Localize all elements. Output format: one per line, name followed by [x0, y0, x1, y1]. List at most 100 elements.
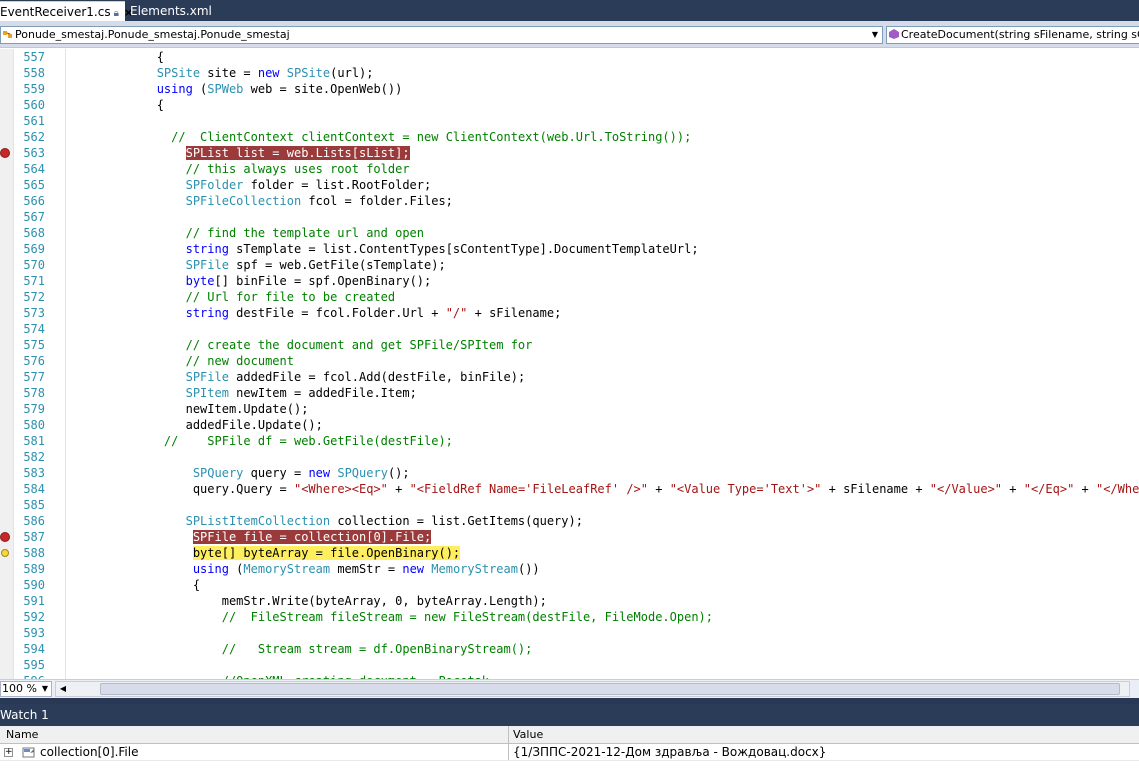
code-line[interactable]: 581 // SPFile df = web.GetFile(destFile)…	[0, 433, 1139, 449]
line-number: 583	[23, 466, 45, 480]
line-number: 589	[23, 562, 45, 576]
code-line[interactable]: 574	[0, 321, 1139, 337]
code-line[interactable]: 567	[0, 209, 1139, 225]
code-line[interactable]: 594 // Stream stream = df.OpenBinaryStre…	[0, 641, 1139, 657]
tab-elements-xml[interactable]: Elements.xml	[125, 1, 212, 21]
code-line[interactable]: 569 string sTemplate = list.ContentTypes…	[0, 241, 1139, 257]
code-token: // find the template url and open	[185, 226, 425, 240]
code-line[interactable]: 585	[0, 497, 1139, 513]
tab-eventreceiver1-cs[interactable]: EventReceiver1.cs 🔒︎ ×	[0, 1, 133, 21]
watch-item-name[interactable]: collection[0].File	[40, 744, 138, 761]
code-line[interactable]: 565 SPFolder folder = list.RootFolder;	[0, 177, 1139, 193]
code-line[interactable]: 559 using (SPWeb web = site.OpenWeb())	[0, 81, 1139, 97]
code-line[interactable]: 571 byte[] binFile = spf.OpenBinary();	[0, 273, 1139, 289]
code-line[interactable]: 566 SPFileCollection fcol = folder.Files…	[0, 193, 1139, 209]
breakpoint-icon[interactable]	[0, 148, 10, 158]
code-line[interactable]: 587 SPFile file = collection[0].File;	[0, 529, 1139, 545]
line-number: 582	[23, 450, 45, 464]
code-line[interactable]: 583 SPQuery query = new SPQuery();	[0, 465, 1139, 481]
code-line[interactable]: 579 newItem.Update();	[0, 401, 1139, 417]
type-dropdown[interactable]: Ponude_smestaj.Ponude_smestaj.Ponude_sme…	[0, 26, 883, 44]
horizontal-scrollbar[interactable]: ◀	[55, 681, 1130, 697]
code-token: new	[308, 466, 331, 480]
code-line[interactable]: 558 SPSite site = new SPSite(url);	[0, 65, 1139, 81]
code-line[interactable]: 563 SPList list = web.Lists[sList];	[0, 145, 1139, 161]
code-text: // find the template url and open	[70, 225, 424, 241]
breakpoint-highlight: SPList list = web.Lists[sList];	[185, 146, 410, 160]
code-line[interactable]: 568 // find the template url and open	[0, 225, 1139, 241]
code-line[interactable]: 577 SPFile addedFile = fcol.Add(destFile…	[0, 369, 1139, 385]
code-line[interactable]: 589 using (MemoryStream memStr = new Mem…	[0, 561, 1139, 577]
code-token: new	[257, 66, 280, 80]
code-token: MemoryStream	[431, 562, 518, 576]
scrollbar-thumb[interactable]	[100, 683, 1120, 695]
code-token: string	[185, 242, 229, 256]
code-line[interactable]: 580 addedFile.Update();	[0, 417, 1139, 433]
breakpoint-highlight: SPFile file = collection[0].File;	[192, 530, 432, 544]
code-line[interactable]: 593	[0, 625, 1139, 641]
code-line[interactable]: 560 {	[0, 97, 1139, 113]
column-header-value[interactable]: Value	[513, 726, 543, 744]
line-number: 585	[23, 498, 45, 512]
member-dropdown[interactable]: CreateDocument(string sFilename, string …	[886, 26, 1139, 44]
code-token: SPFile file = collection[0].File;	[192, 530, 432, 544]
line-number: 562	[23, 130, 45, 144]
editor-bottom-bar: 100 % ▼ ◀	[0, 679, 1139, 698]
zoom-dropdown[interactable]: 100 % ▼	[0, 681, 52, 697]
code-token: new	[402, 562, 425, 576]
code-line[interactable]: 586 SPListItemCollection collection = li…	[0, 513, 1139, 529]
code-line[interactable]: 592 // FileStream fileStream = new FileS…	[0, 609, 1139, 625]
code-line[interactable]: 561	[0, 113, 1139, 129]
code-token: fcol = folder.Files;	[301, 194, 453, 208]
line-number: 586	[23, 514, 45, 528]
line-number: 564	[23, 162, 45, 176]
code-line[interactable]: 595	[0, 657, 1139, 673]
code-token: string	[185, 306, 229, 320]
code-line[interactable]: 584 query.Query = "<Where><Eq>" + "<Fiel…	[0, 481, 1139, 497]
code-token: (	[228, 562, 244, 576]
breakpoint-icon[interactable]	[0, 532, 10, 542]
line-number: 594	[23, 642, 45, 656]
code-line[interactable]: 582	[0, 449, 1139, 465]
code-line[interactable]: 557 {	[0, 49, 1139, 65]
class-icon	[3, 31, 12, 38]
chevron-down-icon[interactable]: ▼	[868, 27, 882, 43]
code-line[interactable]: 590 {	[0, 577, 1139, 593]
column-header-name[interactable]: Name	[6, 726, 38, 744]
scroll-left-icon[interactable]: ◀	[56, 682, 70, 696]
document-tab-strip: EventReceiver1.cs 🔒︎ × Elements.xml	[0, 0, 1139, 21]
code-token: byte	[185, 274, 215, 288]
line-number: 579	[23, 402, 45, 416]
chevron-down-icon[interactable]: ▼	[39, 682, 51, 696]
code-line[interactable]: 591 memStr.Write(byteArray, 0, byteArray…	[0, 593, 1139, 609]
line-number: 588	[23, 546, 45, 560]
code-line[interactable]: 578 SPItem newItem = addedFile.Item;	[0, 385, 1139, 401]
code-line[interactable]: 572 // Url for file to be created	[0, 289, 1139, 305]
code-editor[interactable]: 557 {558 SPSite site = new SPSite(url); 5…	[0, 49, 1139, 679]
code-line[interactable]: 576 // new document	[0, 353, 1139, 369]
watch-row[interactable]: + collection[0].File {1/ЗППС-2021-12-Дом…	[0, 744, 1139, 761]
code-token: [] binFile = spf.OpenBinary();	[214, 274, 432, 288]
code-line[interactable]: 564 // this always uses root folder	[0, 161, 1139, 177]
code-line[interactable]: 575 // create the document and get SPFil…	[0, 337, 1139, 353]
code-line[interactable]: 573 string destFile = fcol.Folder.Url + …	[0, 305, 1139, 321]
current-statement-arrow-icon[interactable]	[1, 549, 9, 557]
code-text: {	[70, 577, 200, 593]
code-line[interactable]: 588 byte[] byteArray = file.OpenBinary()…	[0, 545, 1139, 561]
code-text: // Stream stream = df.OpenBinaryStream()…	[70, 641, 533, 657]
watch-item-value[interactable]: {1/ЗППС-2021-12-Дом здравља - Вождовац.d…	[513, 744, 826, 761]
plus-expand-icon[interactable]: +	[4, 748, 13, 757]
code-line[interactable]: 562 // ClientContext clientContext = new…	[0, 129, 1139, 145]
code-line[interactable]: 570 SPFile spf = web.GetFile(sTemplate);	[0, 257, 1139, 273]
